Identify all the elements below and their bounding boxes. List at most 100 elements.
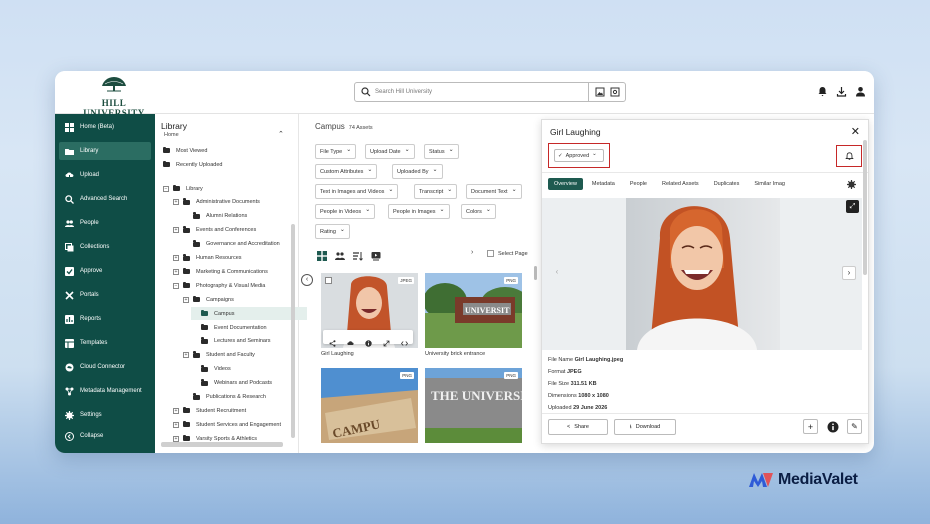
tree-item[interactable]: + Administrative Documents	[173, 196, 260, 209]
share-button[interactable]: < Share	[548, 419, 608, 435]
expand-toggle-icon[interactable]: −	[163, 185, 169, 192]
asset-name[interactable]: University brick entrance	[425, 351, 485, 357]
filter-colors[interactable]: Colors	[461, 204, 496, 219]
expand-toggle-icon[interactable]: +	[173, 255, 179, 261]
notifications-bell-icon[interactable]	[817, 84, 828, 97]
sidebar-item-metadata-management[interactable]: Metadata Management	[59, 382, 151, 400]
tree-item[interactable]: Webinars and Podcasts	[191, 377, 272, 390]
asset-select-checkbox[interactable]	[325, 277, 332, 284]
expand-toggle-icon[interactable]: +	[183, 352, 189, 359]
sidebar-item-settings[interactable]: Settings	[59, 406, 151, 424]
expand-toggle-icon[interactable]: +	[173, 199, 179, 206]
sidebar-item-upload[interactable]: Upload	[59, 166, 151, 184]
tree-item[interactable]: − Library	[163, 182, 203, 195]
filter-uploaded-by[interactable]: Uploaded By	[392, 164, 443, 179]
expand-toggle-icon[interactable]: +	[173, 421, 179, 428]
tree-item[interactable]: Publications & Research	[183, 391, 266, 404]
sort-icon[interactable]	[353, 248, 363, 261]
subscribe-bell-button[interactable]	[836, 145, 862, 167]
sidebar-item-collections[interactable]: Collections	[59, 238, 151, 256]
tree-item[interactable]: Videos	[191, 363, 231, 376]
filter-text-in-images[interactable]: Text in Images and Videos	[315, 184, 399, 199]
previous-image-chevron-icon[interactable]: ‹	[550, 266, 564, 280]
sidebar-item-templates[interactable]: Templates	[59, 334, 151, 352]
close-icon[interactable]: ✕	[851, 125, 860, 138]
tab-related-assets[interactable]: Related Assets	[656, 178, 705, 190]
expand-toggle-icon[interactable]: +	[173, 407, 179, 414]
asset-card-university-sign[interactable]: THE UNIVERSITY PNG	[425, 368, 522, 443]
tree-item[interactable]: + Student Services and Engagement	[173, 418, 281, 431]
add-to-collection-button[interactable]: +	[803, 419, 818, 434]
expand-toggle-icon[interactable]: +	[173, 435, 179, 442]
tab-overview[interactable]: Overview	[548, 178, 583, 190]
approval-status-dropdown[interactable]: ✓ Approved ⌄	[554, 149, 604, 162]
filter-people-in-images[interactable]: People in Images	[388, 204, 450, 219]
content-scrollbar[interactable]	[534, 266, 537, 280]
sidebar-item-advanced-search[interactable]: Advanced Search	[59, 190, 151, 208]
panel-collapse-chevron-icon[interactable]: ‹	[301, 274, 313, 286]
tree-item[interactable]: + Student and Faculty	[183, 349, 255, 362]
quick-link-most-viewed[interactable]: Most Viewed	[163, 144, 207, 157]
slideshow-icon[interactable]	[371, 248, 381, 261]
tree-item[interactable]: − Photography & Visual Media	[173, 279, 265, 292]
asset-name[interactable]: Girl Laughing	[321, 351, 354, 357]
download-icon[interactable]	[836, 84, 847, 97]
next-page-chevron-icon[interactable]: ›	[471, 249, 473, 256]
info-button[interactable]	[825, 419, 840, 434]
share-icon[interactable]	[329, 334, 336, 347]
asset-card-campus-sign[interactable]: CAMPU PNG	[321, 368, 418, 443]
breadcrumb[interactable]: Home	[164, 132, 179, 138]
sidebar-item-reports[interactable]: Reports	[59, 310, 151, 328]
tree-item[interactable]: Lectures and Seminars	[191, 335, 271, 348]
search-input[interactable]: Search Hill University	[354, 82, 626, 102]
expand-icon[interactable]	[383, 334, 390, 346]
info-icon[interactable]	[364, 334, 372, 347]
tree-item[interactable]: Governance and Accreditation	[183, 238, 280, 251]
expand-toggle-icon[interactable]: +	[173, 268, 179, 275]
expand-toggle-icon[interactable]: +	[183, 296, 189, 303]
quick-link-recently-uploaded[interactable]: Recently Uploaded	[163, 158, 222, 171]
tree-item[interactable]: Alumni Relations	[183, 210, 247, 223]
filter-file-type[interactable]: File Type	[315, 144, 357, 159]
image-upload-search-icon[interactable]	[610, 87, 620, 97]
grid-view-icon[interactable]	[317, 248, 327, 261]
filter-upload-date[interactable]: Upload Date	[365, 144, 415, 159]
expand-toggle-icon[interactable]: −	[173, 282, 179, 289]
user-profile-icon[interactable]	[855, 84, 866, 97]
filter-document-text[interactable]: Document Text	[466, 184, 522, 199]
tab-similar-images[interactable]: Similar Imag	[748, 178, 791, 190]
image-search-icon[interactable]	[595, 87, 605, 97]
fullscreen-expand-icon[interactable]: ⤢	[846, 200, 859, 213]
tab-metadata[interactable]: Metadata	[586, 178, 621, 190]
filter-status[interactable]: Status	[424, 144, 459, 159]
tree-item[interactable]: + Campaigns	[183, 293, 234, 306]
sidebar-item-cloud-connector[interactable]: Cloud Connector	[59, 358, 151, 376]
filter-custom-attributes[interactable]: Custom Attributes	[315, 164, 378, 179]
expand-toggle-icon[interactable]: +	[173, 227, 179, 234]
people-view-icon[interactable]	[335, 248, 345, 260]
asset-card-university-entrance[interactable]: UNIVERSIT PNG	[425, 273, 522, 348]
gear-icon[interactable]	[847, 180, 856, 189]
sidebar-item-people[interactable]: People	[59, 214, 151, 232]
edit-button[interactable]: ✎	[847, 419, 862, 434]
embed-code-icon[interactable]	[400, 334, 408, 346]
sidebar-item-approve[interactable]: Approve	[59, 262, 151, 280]
sidebar-item-portals[interactable]: Portals	[59, 286, 151, 304]
next-image-chevron-icon[interactable]: ›	[842, 266, 856, 280]
tree-item[interactable]: + Human Resources	[173, 252, 242, 265]
tab-duplicates[interactable]: Duplicates	[708, 178, 746, 190]
tab-people[interactable]: People	[624, 178, 653, 190]
filter-people-in-videos[interactable]: People in Videos	[315, 204, 376, 219]
tree-item[interactable]: + Marketing & Communications	[173, 265, 268, 278]
tree-scrollbar[interactable]	[291, 224, 295, 438]
tree-item[interactable]: Event Documentation	[191, 321, 267, 334]
sidebar-item-home[interactable]: Home (Beta)	[59, 118, 151, 136]
cloud-download-icon[interactable]	[346, 334, 354, 345]
filter-rating[interactable]: Rating	[315, 224, 350, 239]
detail-scrollbar[interactable]	[863, 140, 867, 275]
tree-item[interactable]: + Student Recruitment	[173, 404, 246, 417]
collapse-sidebar-button[interactable]: Collapse	[59, 427, 151, 445]
university-logo[interactable]: HILL UNIVERSITY EST. 1986	[77, 75, 151, 123]
tree-item[interactable]: + Events and Conferences	[173, 224, 256, 237]
select-page-checkbox[interactable]: Select Page	[487, 250, 528, 257]
